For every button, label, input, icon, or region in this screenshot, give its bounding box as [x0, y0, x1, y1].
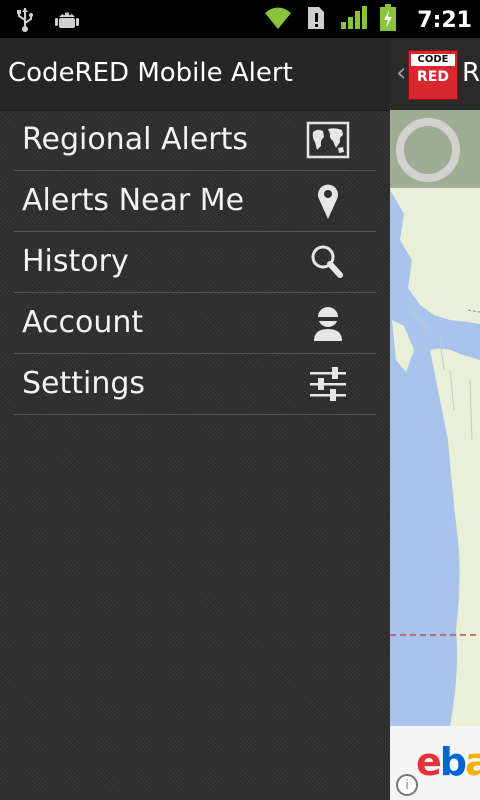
ad-banner[interactable]: ebay i	[390, 726, 480, 800]
search-icon	[306, 242, 350, 282]
main-screen-peek[interactable]: ‹ CODE RED R ebay i	[390, 38, 480, 800]
user-icon	[306, 303, 350, 343]
android-debug-icon	[54, 6, 80, 36]
notification-icon	[305, 5, 327, 35]
main-title-partial: R	[462, 58, 480, 88]
drawer-header: CodeRED Mobile Alert	[0, 38, 390, 111]
menu-item-label: Regional Alerts	[22, 122, 248, 157]
battery-charging-icon	[379, 4, 397, 36]
status-bar: 7:21	[0, 0, 480, 38]
navigation-drawer: CodeRED Mobile Alert Regional Alerts Ale…	[0, 38, 390, 800]
codered-logo[interactable]: CODE RED	[408, 50, 458, 100]
drawer-title: CodeRED Mobile Alert	[8, 58, 293, 88]
usb-icon	[14, 6, 36, 36]
map-icon	[306, 120, 350, 160]
menu-item-label: History	[22, 244, 129, 279]
sliders-icon	[306, 364, 350, 404]
menu-item-history[interactable]: History	[14, 232, 376, 293]
menu-item-alerts-near-me[interactable]: Alerts Near Me	[14, 171, 376, 232]
menu-item-settings[interactable]: Settings	[14, 354, 376, 415]
menu-item-regional-alerts[interactable]: Regional Alerts	[14, 110, 376, 171]
clock: 7:21	[417, 7, 472, 33]
info-icon[interactable]: i	[396, 774, 418, 796]
signal-icon	[339, 5, 368, 35]
map-view[interactable]	[390, 110, 480, 726]
menu-item-account[interactable]: Account	[14, 293, 376, 354]
ad-text: ebay	[416, 740, 480, 784]
drawer-menu: Regional Alerts Alerts Near Me History A…	[14, 110, 376, 415]
chevron-left-icon[interactable]: ‹	[396, 58, 406, 88]
location-pin-icon	[306, 181, 350, 221]
wifi-icon	[263, 5, 293, 35]
menu-item-label: Alerts Near Me	[22, 183, 245, 218]
main-action-bar: ‹ CODE RED R	[390, 38, 480, 110]
menu-item-label: Account	[22, 305, 144, 340]
menu-item-label: Settings	[22, 366, 146, 401]
